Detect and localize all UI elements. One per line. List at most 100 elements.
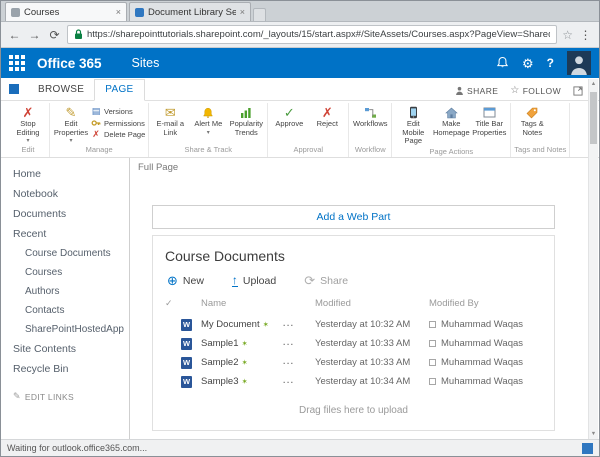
new-tab-button[interactable] xyxy=(253,8,266,21)
address-bar[interactable]: https://sharepointtutorials.sharepoint.c… xyxy=(67,25,557,44)
edit-properties-icon: ✎ xyxy=(66,105,77,120)
title-bar-properties-button[interactable]: Title Bar Properties xyxy=(471,103,507,137)
modified-cell: Yesterday at 10:33 AM xyxy=(315,338,429,349)
share-list-button[interactable]: ⟳ Share xyxy=(304,274,348,287)
browser-tab-courses[interactable]: Courses × xyxy=(5,2,127,21)
browser-window: Courses × Document Library Settin... × ←… xyxy=(0,0,600,457)
column-header-name[interactable]: Name xyxy=(201,298,283,309)
sidebar-item-notebook[interactable]: Notebook xyxy=(1,184,129,204)
back-button[interactable]: ← xyxy=(7,29,22,41)
upload-button[interactable]: ↑ Upload xyxy=(232,274,276,287)
document-link[interactable]: Sample3 xyxy=(201,376,239,387)
edit-links-button[interactable]: ✎ EDIT LINKS xyxy=(1,391,129,402)
forward-button[interactable]: → xyxy=(27,29,42,41)
webpart-zone: Full Page Add a Web Part Course Document… xyxy=(129,158,589,439)
modified-by-link[interactable]: Muhammad Waqas xyxy=(441,357,523,368)
sync-arrows-icon: ⟳ xyxy=(304,274,315,287)
tab-page[interactable]: PAGE xyxy=(94,79,144,101)
edit-mobile-page-button[interactable]: Edit Mobile Page xyxy=(395,103,431,146)
ribbon-tab-bar: BROWSE PAGE SHARE ☆ FOLLOW xyxy=(1,78,599,101)
modified-by-link[interactable]: Muhammad Waqas xyxy=(441,338,523,349)
sidebar-item-contacts[interactable]: Contacts xyxy=(1,301,129,320)
column-header-modified-by[interactable]: Modified By xyxy=(429,298,542,309)
settings-gear-icon[interactable]: ⚙ xyxy=(522,57,534,70)
list-row-sample3[interactable]: Sample3✶ ··· Yesterday at 10:34 AM Muham… xyxy=(165,372,542,391)
sidebar-item-recycle-bin[interactable]: Recycle Bin xyxy=(1,359,129,379)
permissions-button[interactable]: Permissions xyxy=(91,118,145,128)
new-button[interactable]: ⊕ New xyxy=(167,274,204,287)
quick-launch-nav: Home Notebook Documents Recent Course Do… xyxy=(1,158,129,439)
list-row-sample1[interactable]: Sample1✶ ··· Yesterday at 10:33 AM Muham… xyxy=(165,334,542,353)
list-row-my-document[interactable]: My Document✶ ··· Yesterday at 10:32 AM M… xyxy=(165,315,542,334)
dropdown-caret-icon: ▾ xyxy=(207,130,210,136)
ribbon-group-approval: ✓ Approve ✗ Reject Approval xyxy=(268,103,349,157)
scroll-up-icon[interactable]: ▲ xyxy=(591,79,596,89)
sidebar-item-course-documents[interactable]: Course Documents xyxy=(1,244,129,263)
page-scrollbar[interactable]: ▲ ▼ xyxy=(588,79,598,439)
document-link[interactable]: My Document xyxy=(201,319,260,330)
tag-icon xyxy=(526,105,538,120)
column-header-modified[interactable]: Modified xyxy=(315,298,429,309)
status-zoom-icon[interactable] xyxy=(582,443,593,454)
sidebar-item-courses[interactable]: Courses xyxy=(1,263,129,282)
sidebar-item-sharepointhostedapp[interactable]: SharePointHostedApp xyxy=(1,320,129,339)
add-web-part-button[interactable]: Add a Web Part xyxy=(152,205,555,229)
document-link[interactable]: Sample1 xyxy=(201,338,239,349)
reject-button[interactable]: ✗ Reject xyxy=(309,103,345,129)
browser-tab-doclib-settings[interactable]: Document Library Settin... × xyxy=(129,2,251,21)
email-link-button[interactable]: ✉ E-mail a Link xyxy=(152,103,188,137)
new-item-icon: ✶ xyxy=(242,339,248,348)
sidebar-item-home[interactable]: Home xyxy=(1,164,129,184)
workflows-button[interactable]: Workflows xyxy=(352,103,388,129)
tab-browse[interactable]: BROWSE xyxy=(28,80,94,100)
scrollbar-thumb[interactable] xyxy=(590,92,597,144)
follow-button[interactable]: ☆ FOLLOW xyxy=(510,85,561,96)
edit-properties-button[interactable]: ✎ Edit Properties ▾ xyxy=(53,103,89,144)
ribbon-group-label: Edit xyxy=(10,144,46,157)
sidebar-item-authors[interactable]: Authors xyxy=(1,282,129,301)
modified-by-link[interactable]: Muhammad Waqas xyxy=(441,319,523,330)
browser-menu-icon[interactable]: ⋮ xyxy=(578,29,593,41)
item-menu-ellipsis[interactable]: ··· xyxy=(283,339,315,349)
document-link[interactable]: Sample2 xyxy=(201,357,239,368)
word-document-icon xyxy=(181,357,192,369)
stop-editing-button[interactable]: ✗ Stop Editing ▾ xyxy=(10,103,46,144)
tab-close-icon[interactable]: × xyxy=(116,7,121,17)
item-menu-ellipsis[interactable]: ··· xyxy=(283,320,315,330)
tab-close-icon[interactable]: × xyxy=(240,7,245,17)
presence-indicator xyxy=(429,359,436,366)
notifications-bell-icon[interactable] xyxy=(496,56,509,71)
versions-button[interactable]: ▤ Versions xyxy=(91,107,145,116)
focus-on-content-icon[interactable] xyxy=(573,86,583,96)
select-all-check-icon[interactable]: ✓ xyxy=(165,298,181,309)
make-homepage-button[interactable]: Make Homepage xyxy=(433,103,469,137)
share-button[interactable]: SHARE xyxy=(455,86,498,96)
delete-page-button[interactable]: ✗ Delete Page xyxy=(91,130,145,139)
modified-cell: Yesterday at 10:32 AM xyxy=(315,319,429,330)
word-document-icon xyxy=(181,338,192,350)
scroll-down-icon[interactable]: ▼ xyxy=(591,429,596,439)
alert-me-button[interactable]: Alert Me ▾ xyxy=(190,103,226,136)
approve-button[interactable]: ✓ Approve xyxy=(271,103,307,129)
refresh-button[interactable]: ⟳ xyxy=(47,29,62,41)
help-icon[interactable]: ? xyxy=(547,57,554,69)
word-document-icon xyxy=(181,319,192,331)
popularity-trends-button[interactable]: Popularity Trends xyxy=(228,103,264,137)
list-row-sample2[interactable]: Sample2✶ ··· Yesterday at 10:33 AM Muham… xyxy=(165,353,542,372)
modified-by-link[interactable]: Muhammad Waqas xyxy=(441,376,523,387)
user-avatar[interactable] xyxy=(567,51,591,75)
favorites-star-icon[interactable]: ☆ xyxy=(562,28,573,42)
office365-brand[interactable]: Office 365 xyxy=(37,56,102,71)
list-command-bar: ⊕ New ↑ Upload ⟳ Share xyxy=(167,274,542,287)
webpart-title[interactable]: Course Documents xyxy=(165,248,542,264)
app-launcher-icon[interactable] xyxy=(9,55,25,71)
tab-favicon xyxy=(11,8,20,17)
ribbon-group-edit: ✗ Stop Editing ▾ Edit xyxy=(7,103,50,157)
ribbon-right-actions: SHARE ☆ FOLLOW xyxy=(455,85,583,96)
item-menu-ellipsis[interactable]: ··· xyxy=(283,358,315,368)
sidebar-item-site-contents[interactable]: Site Contents xyxy=(1,339,129,359)
sidebar-item-documents[interactable]: Documents xyxy=(1,204,129,224)
tags-notes-button[interactable]: Tags & Notes xyxy=(514,103,550,137)
sites-link[interactable]: Sites xyxy=(132,56,160,70)
item-menu-ellipsis[interactable]: ··· xyxy=(283,377,315,387)
